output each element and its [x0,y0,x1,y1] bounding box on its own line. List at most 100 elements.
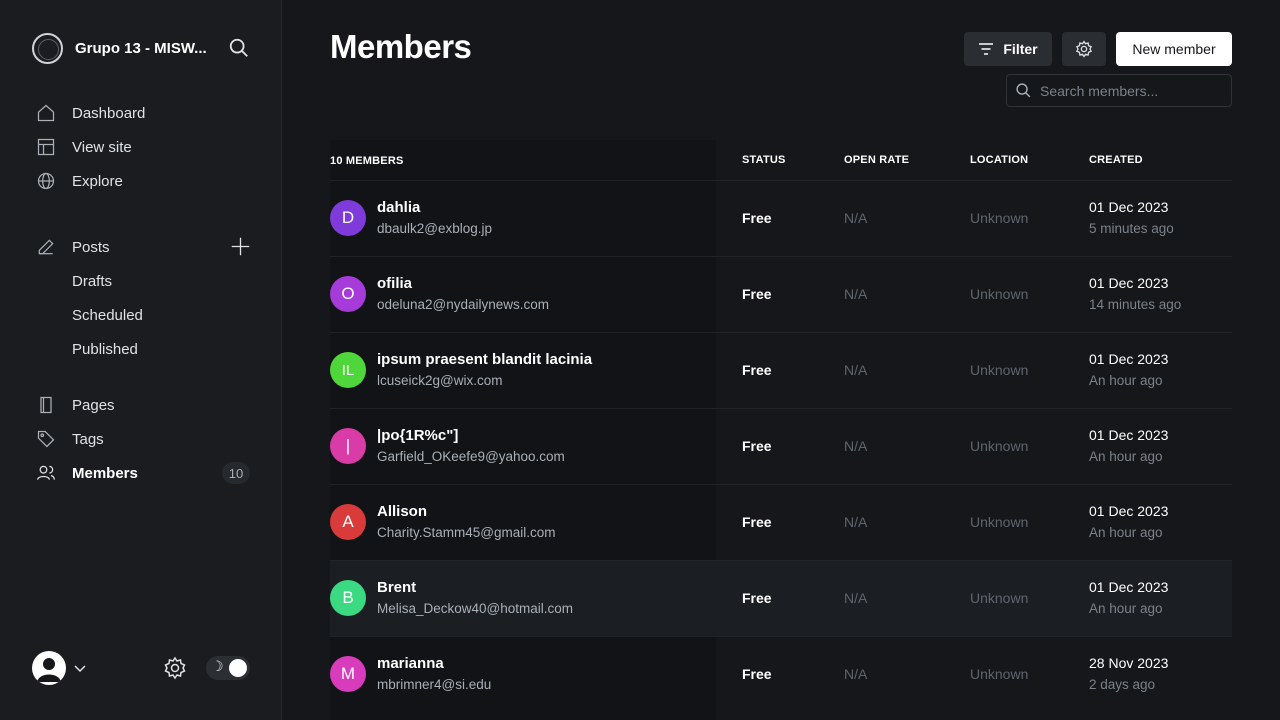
settings-gear-icon[interactable] [163,656,187,680]
settings-gear-icon [1076,40,1092,58]
member-created-date: 28 Nov 2023 [1089,655,1169,671]
member-status: Free [742,666,772,682]
member-open-rate: N/A [844,362,868,378]
member-open-rate: N/A [844,590,868,606]
nav-explore-label: Explore [72,172,123,190]
sidebar: Grupo 13 - MISW... Dashboard View site E… [0,0,282,720]
home-icon [37,104,55,122]
member-avatar: O [330,276,366,312]
member-created-relative: 5 minutes ago [1089,221,1174,236]
dark-mode-toggle[interactable]: ☽ [206,656,250,680]
member-settings-button[interactable] [1062,32,1106,66]
chevron-down-icon[interactable] [72,660,88,676]
nav-pages-label: Pages [72,396,115,414]
member-open-rate: N/A [844,210,868,226]
member-email: odeluna2@nydailynews.com [377,297,550,312]
member-avatar: IL [330,352,366,388]
member-avatar: A [330,504,366,540]
nav-members[interactable]: Members [36,462,138,484]
site-logo-icon [32,32,63,64]
nav-drafts-label: Drafts [72,272,113,290]
nav-view-site-label: View site [72,138,132,156]
new-member-button[interactable]: New member [1116,32,1232,66]
member-open-rate: N/A [844,666,868,682]
members-count-badge: 10 [222,462,250,484]
member-created-date: 01 Dec 2023 [1089,199,1169,215]
site-title: Grupo 13 - MISW... [75,39,207,57]
member-avatar: D [330,200,366,236]
member-created-relative: An hour ago [1089,601,1163,616]
member-name: Allison [377,503,428,520]
member-name: dahlia [377,199,421,216]
member-open-rate: N/A [844,514,868,530]
member-name: ofilia [377,275,413,292]
nav-scheduled[interactable]: Scheduled [72,304,143,326]
member-created-date: 01 Dec 2023 [1089,427,1169,443]
page-icon [40,396,52,414]
layout-icon [37,138,55,156]
member-created-relative: An hour ago [1089,525,1163,540]
moon-icon: ☽ [211,658,224,674]
member-created-date: 01 Dec 2023 [1089,579,1169,595]
member-row[interactable]: | |po{1R%c"] Garfield_OKeefe9@yahoo.com … [330,408,1232,484]
search-input[interactable] [1040,82,1220,99]
member-avatar: B [330,580,366,616]
member-location: Unknown [970,590,1029,606]
member-created-date: 01 Dec 2023 [1089,351,1169,367]
plus-icon[interactable] [230,236,251,257]
member-email: lcuseick2g@wix.com [377,373,503,388]
page-title: Members [330,28,472,65]
nav-pages[interactable]: Pages [36,394,115,416]
nav-view-site[interactable]: View site [36,136,132,158]
member-row[interactable]: O ofilia odeluna2@nydailynews.com Free N… [330,256,1232,332]
member-location: Unknown [970,514,1029,530]
user-icon [37,658,61,682]
member-row[interactable]: M marianna mbrimner4@si.edu Free N/A Unk… [330,636,1232,712]
member-status: Free [742,286,772,302]
tag-icon [37,430,55,448]
member-created-relative: An hour ago [1089,449,1163,464]
toggle-knob [229,659,247,677]
member-location: Unknown [970,438,1029,454]
member-email: Melisa_Deckow40@hotmail.com [377,601,574,616]
member-avatar: | [330,428,366,464]
filter-button[interactable]: Filter [964,32,1052,66]
nav-tags[interactable]: Tags [36,428,104,450]
user-avatar[interactable] [32,651,66,685]
filter-label: Filter [1003,41,1038,57]
nav-posts[interactable]: Posts [36,236,110,258]
member-location: Unknown [970,666,1029,682]
member-created-date: 01 Dec 2023 [1089,275,1169,291]
member-row[interactable]: D dahlia dbaulk2@exblog.jp Free N/A Unkn… [330,180,1232,256]
member-created-relative: 2 days ago [1089,677,1156,692]
member-row[interactable]: B Brent Melisa_Deckow40@hotmail.com Free… [330,560,1232,636]
nav-dashboard[interactable]: Dashboard [36,102,145,124]
edit-icon [38,239,54,255]
search-icon[interactable] [228,37,250,59]
nav-scheduled-label: Scheduled [72,306,143,324]
member-email: Garfield_OKeefe9@yahoo.com [377,449,565,464]
member-name: ipsum praesent blandit lacinia [377,351,593,368]
brand[interactable]: Grupo 13 - MISW... [32,32,250,64]
member-created-relative: 14 minutes ago [1089,297,1182,312]
filter-icon [979,43,994,55]
member-row[interactable]: IL ipsum praesent blandit lacinia lcusei… [330,332,1232,408]
nav-published[interactable]: Published [72,338,138,360]
nav-members-label: Members [72,464,138,482]
member-email: mbrimner4@si.edu [377,677,492,692]
member-name: Brent [377,579,417,596]
member-status: Free [742,438,772,454]
member-created-date: 01 Dec 2023 [1089,503,1169,519]
member-avatar: M [330,656,366,692]
nav-drafts[interactable]: Drafts [72,270,112,292]
globe-icon [37,172,55,190]
member-email: Charity.Stamm45@gmail.com [377,525,556,540]
member-name: marianna [377,655,444,672]
nav-explore[interactable]: Explore [36,170,123,192]
member-row[interactable]: A Allison Charity.Stamm45@gmail.com Free… [330,484,1232,560]
member-name: |po{1R%c"] [377,427,459,444]
member-location: Unknown [970,362,1029,378]
nav-tags-label: Tags [72,430,104,448]
member-created-relative: An hour ago [1089,373,1163,388]
nav-posts-label: Posts [72,238,110,256]
